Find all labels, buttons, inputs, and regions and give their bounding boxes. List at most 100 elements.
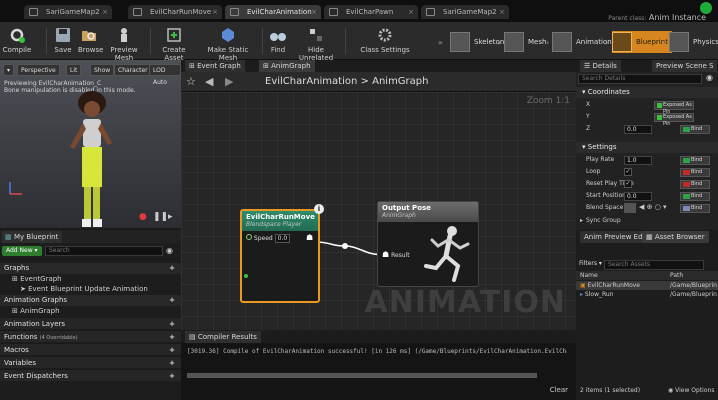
close-icon[interactable]: × — [408, 5, 414, 19]
bind-dropdown[interactable]: Bind — [680, 125, 710, 134]
close-icon[interactable]: × — [212, 5, 218, 19]
play-rate-field[interactable]: 1.0 — [624, 156, 652, 165]
add-new-button[interactable]: Add New ▾ — [2, 246, 42, 256]
details-search-input[interactable]: Search Details — [578, 74, 702, 84]
doc-tab-evilcharrunmove[interactable]: EvilCharRunMove × — [128, 5, 222, 19]
column-name[interactable]: Name — [580, 272, 598, 279]
bind-dropdown[interactable]: Bind — [680, 180, 710, 189]
find-button[interactable]: Find — [268, 24, 288, 58]
bind-dropdown[interactable]: Bind — [680, 192, 710, 201]
speed-pin[interactable]: Speed 0.0 — [246, 234, 291, 243]
breadcrumb-root[interactable]: EvilCharAnimation — [265, 76, 357, 87]
graphs-section-header[interactable]: Graphs + — [0, 263, 181, 274]
add-graph-icon[interactable]: + — [169, 263, 175, 274]
close-icon[interactable]: × — [102, 5, 108, 19]
tab-my-blueprint[interactable]: ▦ My Blueprint — [2, 231, 63, 243]
make-static-mesh-button[interactable]: Make Static Mesh — [202, 24, 254, 62]
hide-unrelated-button[interactable]: Hide Unrelated — [294, 24, 338, 62]
preview-mesh-button[interactable]: Preview Mesh — [104, 24, 144, 62]
mode-skeleton[interactable]: Skeleton — [450, 31, 504, 53]
viewport-options-button[interactable]: ▾ — [3, 64, 15, 76]
add-icon[interactable]: + — [169, 344, 175, 356]
favorite-star-icon[interactable]: ☆ — [186, 75, 196, 88]
section-animation-layers[interactable]: Animation Layers + — [0, 317, 181, 329]
show-button[interactable]: Show — [90, 64, 115, 76]
tab-animgraph[interactable]: ⊞ AnimGraph — [259, 60, 315, 72]
exposed-pin-dropdown[interactable]: Exposed As Pin — [654, 113, 694, 127]
bind-dropdown[interactable]: Bind — [680, 204, 710, 213]
create-asset-button[interactable]: Create Asset — [155, 24, 193, 62]
add-icon[interactable]: + — [169, 331, 175, 343]
setting-sync-group[interactable]: ▸ Sync Group — [576, 216, 718, 227]
mode-mesh[interactable]: Mesh — [504, 31, 546, 53]
back-arrow-icon[interactable]: ◀ — [205, 75, 213, 88]
close-icon[interactable]: × — [311, 5, 317, 19]
bind-dropdown[interactable]: Bind — [680, 156, 710, 165]
mode-animation[interactable]: Animation — [552, 31, 612, 53]
speed-value-field[interactable]: 0.0 — [274, 234, 291, 243]
section-functions[interactable]: Functions (4 Overridable) + — [0, 330, 181, 342]
horizontal-scrollbar[interactable] — [187, 373, 537, 378]
record-icon[interactable]: ● — [139, 212, 147, 222]
anim-graphs-section-header[interactable]: Animation Graphs + — [0, 295, 181, 306]
bind-dropdown[interactable]: Bind — [680, 168, 710, 177]
close-icon[interactable]: × — [499, 5, 505, 19]
step-forward-icon[interactable]: ▸ — [168, 212, 173, 222]
asset-row-selected[interactable]: ▣ EvilCharRunMove/Game/Blueprin — [576, 281, 718, 290]
preview-viewport[interactable]: ▾ Perspective Lit Show Character LOD Aut… — [0, 60, 181, 228]
coordinates-header[interactable]: ▾ Coordinates — [576, 87, 718, 98]
doc-tab-evilcharpawn[interactable]: EvilCharPawn × — [324, 5, 418, 19]
save-button[interactable]: Save — [52, 24, 74, 58]
pose-output-pin-icon[interactable]: ☗ — [306, 233, 313, 242]
forward-arrow-icon[interactable]: ▶ — [225, 75, 233, 88]
section-event-dispatchers[interactable]: Event Dispatchers + — [0, 369, 181, 381]
doc-tab-sarigamemap2[interactable]: SariGameMap2 × — [24, 5, 112, 19]
asset-thumbnail-icon[interactable] — [624, 203, 636, 213]
add-icon[interactable]: + — [169, 370, 175, 382]
output-pose-node[interactable]: Output Pose AnimGraph ☗ Result — [377, 201, 479, 287]
blueprint-search-input[interactable]: Search — [45, 246, 163, 256]
perspective-button[interactable]: Perspective — [17, 64, 60, 76]
breadcrumb-leaf[interactable]: AnimGraph — [372, 76, 428, 87]
asset-picker-icons[interactable]: ◀ ⊕ ○ ▾ — [639, 203, 667, 211]
graph-item-update-animation[interactable]: ➤ Event Blueprint Update Animation — [20, 284, 148, 294]
loop-checkbox[interactable]: ✓ — [624, 168, 632, 176]
tab-preview-scene[interactable]: Preview Scene S — [652, 60, 718, 72]
eye-icon[interactable]: ◉ — [166, 246, 173, 255]
doc-tab-evilcharanimation[interactable]: EvilCharAnimation × — [225, 5, 321, 19]
result-pin[interactable]: ☗ Result — [382, 250, 410, 259]
start-position-field[interactable]: 0.0 — [624, 192, 652, 201]
z-value-field[interactable]: 0.0 — [624, 125, 652, 134]
lit-button[interactable]: Lit — [66, 64, 82, 76]
tab-compiler-results[interactable]: ▤ Compiler Results — [185, 331, 261, 343]
tab-event-graph[interactable]: ⊞ Event Graph — [185, 60, 245, 72]
tab-asset-browser[interactable]: ▦ Asset Browser — [642, 231, 709, 243]
graph-item-eventgraph[interactable]: ⊞ EventGraph — [12, 274, 62, 284]
section-variables[interactable]: Variables + — [0, 356, 181, 368]
doc-tab-sarigamemap2-2[interactable]: SariGameMap2 × — [421, 5, 509, 19]
reset-play-time-checkbox[interactable]: ✓ — [624, 180, 632, 188]
browse-button[interactable]: Browse — [78, 24, 104, 58]
section-macros[interactable]: Macros + — [0, 343, 181, 355]
column-path[interactable]: Path — [670, 271, 683, 280]
class-settings-button[interactable]: Class Settings — [360, 24, 410, 58]
asset-search-input[interactable]: Search Assets — [604, 260, 704, 270]
add-icon[interactable]: + — [169, 357, 175, 369]
tab-details[interactable]: ☰ Details — [580, 60, 621, 72]
filters-dropdown[interactable]: Filters ▾ — [579, 260, 602, 267]
compile-button[interactable]: Compile — [2, 24, 32, 58]
clear-button[interactable]: Clear — [550, 386, 568, 394]
settings-header[interactable]: ▾ Settings — [576, 142, 718, 153]
anim-graph-canvas[interactable]: Zoom 1:1 ANIMATION EvilCharRunMove Blend… — [181, 92, 576, 330]
add-icon[interactable]: + — [169, 318, 175, 330]
asset-row[interactable]: ▸ Slow_Run/Game/Blueprin — [576, 290, 718, 299]
anim-graph-item[interactable]: ⊞ AnimGraph — [12, 306, 60, 316]
lod-button[interactable]: LOD Auto — [149, 64, 181, 86]
pause-icon[interactable]: ❚❚ — [153, 212, 168, 222]
mode-physics[interactable]: Physics — [669, 31, 718, 53]
eye-icon[interactable]: ◉ — [706, 73, 713, 82]
view-options-button[interactable]: ◉ View Options — [668, 387, 714, 394]
add-anim-graph-icon[interactable]: + — [169, 295, 175, 306]
character-button[interactable]: Character — [114, 64, 152, 76]
exposed-pin-dropdown[interactable]: Exposed As Pin — [654, 101, 694, 115]
